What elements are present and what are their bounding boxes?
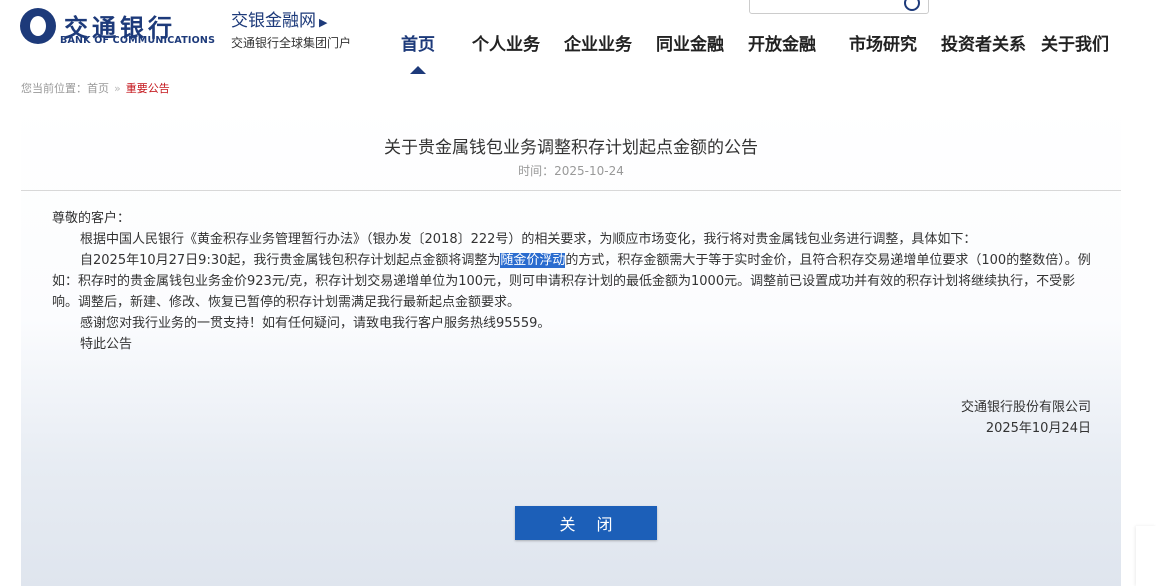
breadcrumb-current[interactable]: 重要公告 [126, 82, 170, 95]
title-divider [21, 190, 1121, 191]
signature-org: 交通银行股份有限公司 [960, 400, 1091, 415]
notice-content: 关于贵金属钱包业务调整积存计划起点金额的公告 时间：2025-10-24 尊敬的… [21, 101, 1121, 586]
paragraph-adjustment: 自2025年10月27日9:30起，我行贵金属钱包积存计划起点金额将调整为随金价… [52, 250, 1092, 313]
breadcrumb-home[interactable]: 首页 [87, 82, 109, 95]
paragraph-regulation: 根据中国人民银行《黄金积存业务管理暂行办法》（银办发〔2018〕222号）的相关… [80, 232, 977, 247]
side-float-panel[interactable] [1136, 526, 1156, 586]
selected-text: 随金价浮动 [500, 253, 566, 268]
paragraph-adjustment-start: 自2025年10月27日9:30起，我行贵金属钱包积存计划起点金额将调整为 [80, 253, 501, 268]
logo-english-name: BANK OF COMMUNICATIONS [60, 35, 216, 46]
nav-item-personal[interactable]: 个人业务 [472, 30, 540, 55]
paragraph-closing: 特此公告 [80, 337, 133, 352]
greeting: 尊敬的客户： [52, 211, 131, 226]
top-utility-links[interactable]: · · · · · · · · · · · · [415, 0, 503, 6]
top-utility-links-right[interactable]: · · · · [1062, 0, 1089, 6]
search-icon[interactable] [904, 0, 920, 11]
notice-body: 尊敬的客户： 根据中国人民银行《黄金积存业务管理暂行办法》（银办发〔2018〕2… [52, 208, 1092, 355]
page-title: 关于贵金属钱包业务调整积存计划起点金额的公告 [384, 138, 758, 158]
breadcrumb-prefix: 您当前位置： [21, 82, 87, 95]
paragraph-thanks: 感谢您对我行业务的一贯支持！如有任何疑问，请致电我行客户服务热线95559。 [80, 316, 551, 331]
nav-item-about-us[interactable]: 关于我们 [1041, 30, 1109, 55]
nav-item-interbank[interactable]: 同业金融 [656, 30, 724, 55]
caret-right-icon: ▶ [319, 16, 328, 29]
nav-item-market-research[interactable]: 市场研究 [849, 30, 917, 55]
breadcrumb: 您当前位置：首页 » 重要公告 [0, 74, 1156, 100]
bank-logo[interactable]: 交通银行 BANK OF COMMUNICATIONS [20, 8, 220, 48]
close-button[interactable]: 关 闭 [515, 506, 657, 540]
nav-item-corporate[interactable]: 企业业务 [564, 30, 632, 55]
site-header: · · · · · · · · · · · · · · · · 交通银行 BAN… [0, 0, 1156, 74]
active-nav-indicator [410, 66, 426, 74]
signature-block: 交通银行股份有限公司 2025年10月24日 [961, 397, 1091, 439]
signature-date: 2025年10月24日 [985, 421, 1091, 436]
nav-item-home[interactable]: 首页 [401, 30, 435, 55]
bank-logo-mark-icon [20, 8, 56, 44]
sub-brand-label: 交银金融网 [231, 11, 316, 31]
sub-brand-link[interactable]: 交银金融网 ▶ [231, 6, 327, 31]
nav-item-investor-relations[interactable]: 投资者关系 [941, 30, 1026, 55]
publish-date: 时间：2025-10-24 [518, 164, 624, 178]
nav-item-open-finance[interactable]: 开放金融 [748, 30, 816, 55]
sub-brand-description: 交通银行全球集团门户 [231, 36, 352, 50]
breadcrumb-separator-icon: » [114, 82, 121, 95]
search-input[interactable] [749, 0, 929, 14]
